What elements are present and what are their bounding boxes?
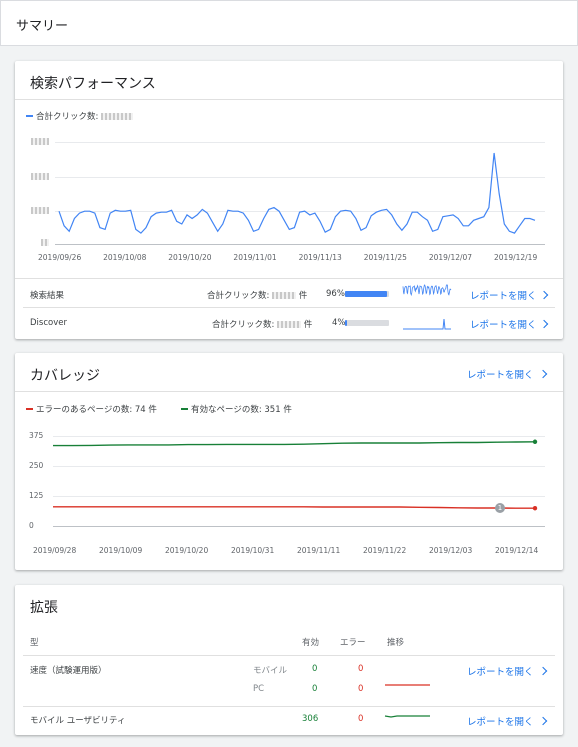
sparkline-search [402, 284, 452, 297]
chevron-right-icon[interactable] [539, 319, 549, 329]
divider [23, 655, 555, 656]
row-pct-search: 96% [326, 289, 345, 299]
x-tick-label: 2019/09/28 [33, 546, 77, 555]
row-pct-discover: 4% [332, 318, 346, 328]
row-metric-discover: 合計クリック数: 件 [212, 320, 313, 330]
divider [15, 278, 563, 279]
chevron-right-icon[interactable] [539, 290, 549, 300]
share-bar-bg [345, 320, 389, 326]
sparkline-discover [403, 318, 451, 330]
x-tick-label: 2019/11/22 [363, 546, 407, 555]
redacted-value [272, 292, 297, 299]
device-pc: PC [253, 684, 265, 694]
row-metric-search: 合計クリック数: 件 [207, 291, 308, 301]
redacted-value [277, 321, 302, 328]
valid-mobile: 0 [312, 664, 318, 674]
row-name-speed: 速度（試験運用版） [30, 666, 107, 676]
open-report-link-search[interactable]: レポートを開く [470, 288, 537, 302]
x-tick-label: 2019/11/13 [298, 253, 342, 262]
share-bar-fill [345, 291, 388, 297]
x-tick-label: 2019/12/03 [429, 546, 473, 555]
device-mobile: モバイル [253, 666, 288, 676]
header-valid: 有効 [302, 638, 320, 648]
open-report-link-speed[interactable]: レポートを開く [467, 664, 534, 678]
coverage-series-line [53, 441, 536, 447]
valid-pc: 0 [312, 684, 318, 694]
x-tick-label: 2019/10/08 [103, 253, 147, 262]
valid-mobile-usability: 306 [302, 714, 319, 724]
coverage-line-chart [53, 439, 538, 511]
header-type: 型 [30, 638, 39, 648]
x-tick-label: 2019/11/11 [297, 546, 341, 555]
coverage-series-endpoint [532, 506, 538, 511]
clicks-line-chart [58, 152, 536, 234]
divider [23, 307, 555, 308]
sparkline-speed [385, 684, 430, 686]
x-tick-label: 2019/12/19 [494, 253, 538, 262]
x-tick-label: 2019/10/20 [165, 546, 209, 555]
x-tick-label: 2019/10/20 [168, 253, 212, 262]
open-report-link-discover[interactable]: レポートを開く [470, 317, 537, 331]
coverage-series-line [53, 506, 535, 509]
divider [23, 706, 555, 707]
error-pc: 0 [358, 684, 364, 694]
chevron-right-icon[interactable] [538, 716, 548, 726]
page-title: サマリー [16, 19, 69, 34]
error-mobile-usability: 0 [358, 714, 364, 724]
share-bar-fill [345, 320, 347, 326]
open-report-link-mobile-usability[interactable]: レポートを開く [467, 714, 534, 728]
coverage-series-endpoint [532, 439, 538, 444]
x-tick-label: 2019/11/25 [363, 253, 407, 262]
sparkline-search-line [402, 284, 452, 297]
coverage-card: カバレッジ レポートを開く エラーのあるページの数: 74 件 有効なページの数… [15, 353, 563, 570]
x-tick-label: 2019/10/09 [99, 546, 143, 555]
top-bar: サマリー [0, 0, 578, 46]
row-label-discover: Discover [30, 318, 67, 328]
x-tick-label: 2019/10/31 [231, 546, 275, 555]
x-tick-label: 2019/12/14 [495, 546, 539, 555]
performance-card: 検索パフォーマンス 合計クリック数: 2019/09/26 2019/10/08 2… [15, 61, 563, 339]
annotation-badge[interactable]: 1 [495, 503, 505, 513]
error-mobile: 0 [358, 664, 364, 674]
x-tick-label: 2019/12/07 [428, 253, 473, 262]
header-trend: 推移 [387, 638, 405, 648]
chevron-right-icon[interactable] [538, 666, 548, 676]
row-label-search: 検索結果 [30, 291, 65, 301]
clicks-series-line [58, 152, 536, 234]
sparkline-mobile-usability [384, 715, 430, 718]
enhancements-title: 拡張 [30, 600, 58, 616]
header-error: エラー [340, 638, 366, 648]
enhancements-card: 拡張 型 有効 エラー 推移 速度（試験運用版） モバイル 0 0 PC 0 0… [15, 585, 563, 735]
row-name-mobile-usability: モバイル ユーザビリティ [30, 716, 126, 726]
x-tick-label: 2019/11/01 [233, 253, 277, 262]
x-tick-label: 2019/09/26 [38, 253, 82, 262]
